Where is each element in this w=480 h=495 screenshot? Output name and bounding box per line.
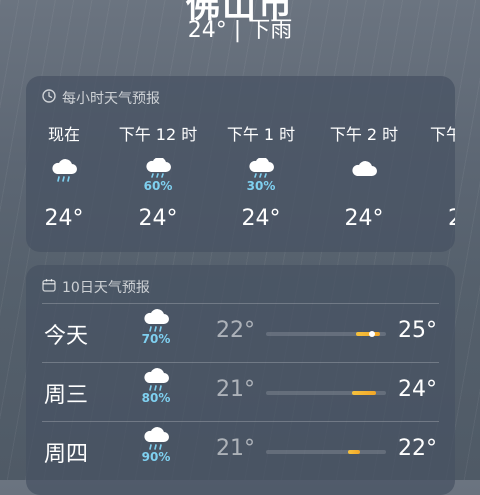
day-precip: 70% <box>141 332 171 346</box>
day-precip: 90% <box>141 450 171 464</box>
calendar-icon <box>42 278 62 296</box>
hour-label: 下午 1 时 <box>226 125 296 144</box>
day-row[interactable]: 周四 90% 21° 22° <box>26 422 455 480</box>
day-row[interactable]: 周三 80% 21° 24° <box>26 363 455 421</box>
cloud-icon <box>314 158 414 200</box>
hour-precip: 30% <box>246 179 276 193</box>
day-low-temp: 22° <box>216 318 255 343</box>
hour-item: 下午 2 <box>414 124 455 231</box>
hour-precip: 60% <box>143 179 173 193</box>
temp-range-track <box>266 391 386 395</box>
rain-cloud-icon: 30% <box>211 158 311 200</box>
hour-label: 下午 2 时 <box>329 125 399 144</box>
rain-cloud-icon <box>26 158 114 200</box>
temp-range-track <box>266 331 386 337</box>
rain-cloud-icon: 70% <box>131 308 181 346</box>
day-low-temp: 21° <box>216 436 255 461</box>
rain-cloud-icon: 60% <box>108 158 208 200</box>
hour-temp: 2 <box>414 206 455 231</box>
day-name: 今天 <box>44 324 89 349</box>
day-low-temp: 21° <box>216 377 255 402</box>
hour-temp: 24° <box>241 206 281 231</box>
current-temp-dot <box>368 331 375 337</box>
hour-item: 下午 2 时 24° <box>314 124 414 231</box>
temp-range-track <box>266 450 386 454</box>
day-high-temp: 25° <box>398 318 437 343</box>
hourly-forecast-header: 每小时天气预报 <box>42 88 160 108</box>
hour-temp: 24° <box>138 206 178 231</box>
hour-temp: 24° <box>44 206 84 231</box>
hour-label: 现在 <box>47 125 80 144</box>
hour-label: 下午 <box>430 125 455 144</box>
hourly-forecast-title: 每小时天气预报 <box>62 91 160 107</box>
cloud-icon <box>414 158 455 200</box>
day-name: 周三 <box>44 383 89 408</box>
hour-item: 现在 24° <box>26 124 114 231</box>
rain-cloud-icon: 80% <box>131 367 181 405</box>
day-precip: 80% <box>141 391 171 405</box>
hour-label: 下午 12 时 <box>118 125 198 144</box>
day-high-temp: 22° <box>398 436 437 461</box>
day-high-temp: 24° <box>398 377 437 402</box>
hour-temp: 24° <box>344 206 384 231</box>
current-conditions: 24° | 下雨 <box>187 18 293 43</box>
hour-item: 下午 12 时 60% 24° <box>108 124 208 231</box>
temp-range-bar <box>352 391 377 395</box>
rain-cloud-icon: 90% <box>131 426 181 464</box>
ten-day-forecast-card[interactable]: 10日天气预报 今天 70% 22° 25° 周三 80% 21° 24° 周四 <box>26 265 455 495</box>
temp-range-bar <box>347 450 360 454</box>
day-row[interactable]: 今天 70% 22° 25° <box>26 304 455 362</box>
clock-icon <box>42 89 62 107</box>
hour-item: 下午 1 时 30% 24° <box>211 124 311 231</box>
hourly-forecast-card[interactable]: 每小时天气预报 现在 24° 下午 12 时 60% 24° 下午 1 时 30… <box>26 76 455 252</box>
ten-day-forecast-header: 10日天气预报 <box>42 277 150 297</box>
day-name: 周四 <box>44 442 89 467</box>
ten-day-forecast-title: 10日天气预报 <box>62 280 150 296</box>
